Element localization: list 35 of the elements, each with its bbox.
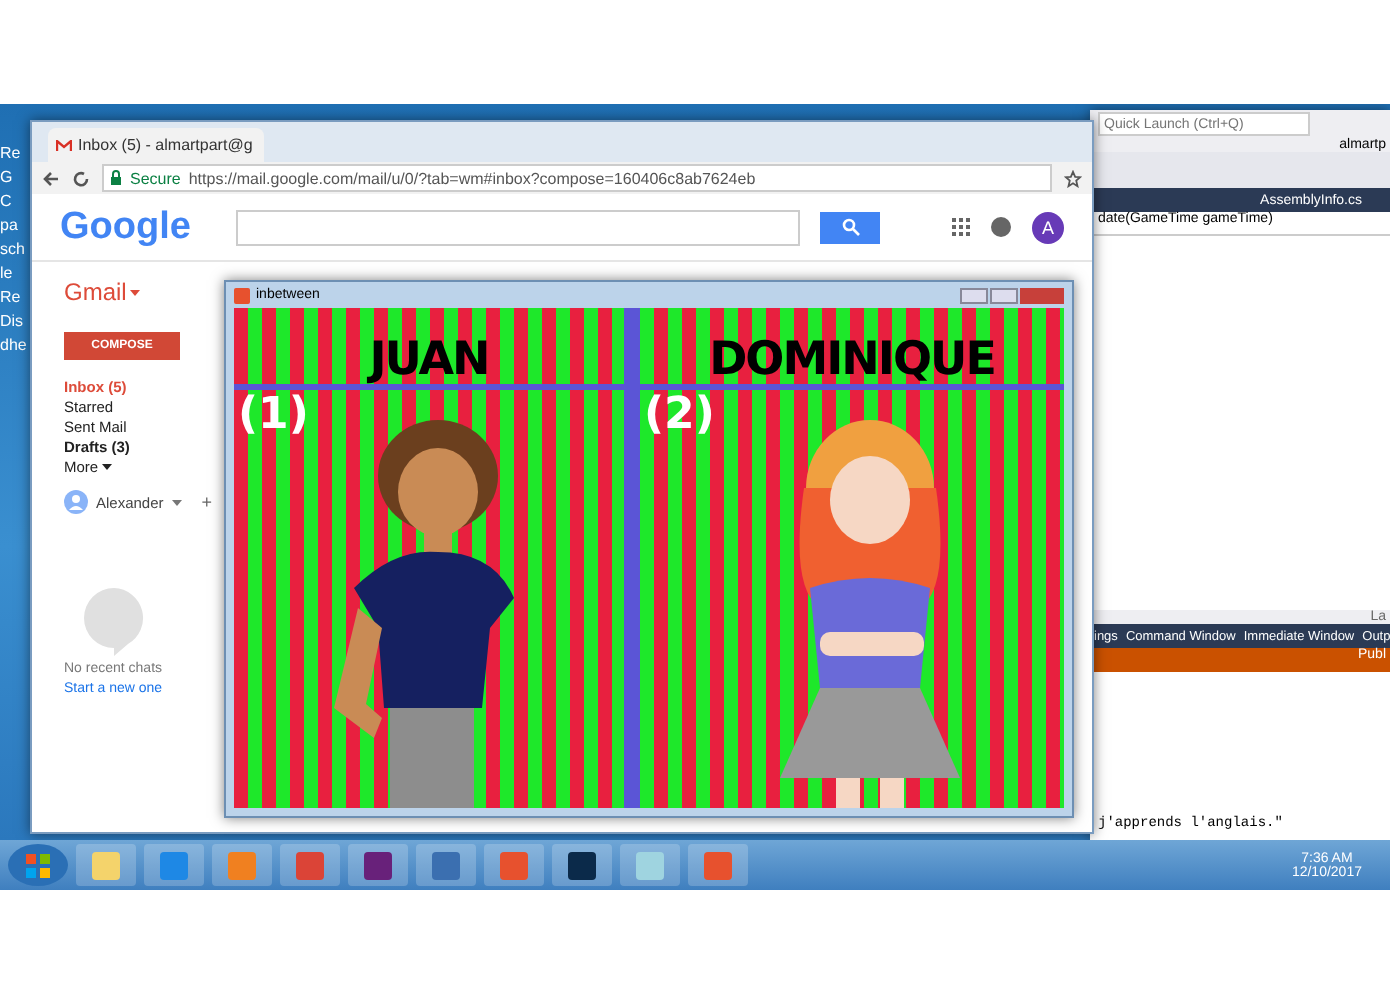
- search-button[interactable]: [820, 211, 880, 243]
- desktop-icon-label[interactable]: le: [0, 264, 28, 284]
- add-button[interactable]: +: [201, 492, 213, 512]
- desktop-icon-label[interactable]: sch: [0, 240, 28, 260]
- caret-icon: [102, 464, 113, 470]
- desktop-icon-label[interactable]: dhe: [0, 336, 28, 356]
- maximize-button[interactable]: [990, 287, 1018, 303]
- caret-icon: [171, 499, 182, 505]
- desktop-icon-label[interactable]: Dis: [0, 312, 28, 332]
- person-icon: [64, 490, 88, 514]
- start-button[interactable]: [8, 844, 68, 886]
- app-switcher[interactable]: Gmail: [64, 278, 127, 306]
- search-field[interactable]: [236, 209, 800, 245]
- envelope-icon: [56, 139, 72, 151]
- chat-bubble-icon: [83, 588, 144, 656]
- lock-icon: [110, 170, 122, 186]
- search-icon: [841, 218, 859, 236]
- close-button[interactable]: [1020, 287, 1064, 303]
- desktop-icon-label[interactable]: pa: [0, 216, 28, 236]
- reload-icon[interactable]: [72, 169, 90, 187]
- desktop-icon-label[interactable]: Re: [0, 288, 28, 308]
- minimize-button[interactable]: [960, 287, 988, 303]
- apps-grid-icon[interactable]: [952, 218, 970, 236]
- account-avatar[interactable]: A: [1032, 211, 1064, 243]
- address-bar[interactable]: Secure https://mail.google.com/mail/u/0/?tab=wm#inbox?compose=160406c8ab7624eb: [102, 164, 1052, 192]
- star-icon[interactable]: [1064, 169, 1082, 187]
- browser-tab[interactable]: Inbox (5) - almartpart@g: [48, 128, 264, 162]
- caret-icon: [130, 289, 141, 295]
- app-icon: [234, 287, 250, 303]
- desktop-icon-label[interactable]: Re: [0, 144, 28, 164]
- back-arrow-icon[interactable]: [42, 169, 60, 187]
- logo-text[interactable]: Google: [60, 205, 216, 249]
- desktop-icon-label[interactable]: C: [0, 192, 28, 212]
- windows-logo-icon: [24, 851, 52, 879]
- desktop-icon-label[interactable]: G: [0, 168, 28, 188]
